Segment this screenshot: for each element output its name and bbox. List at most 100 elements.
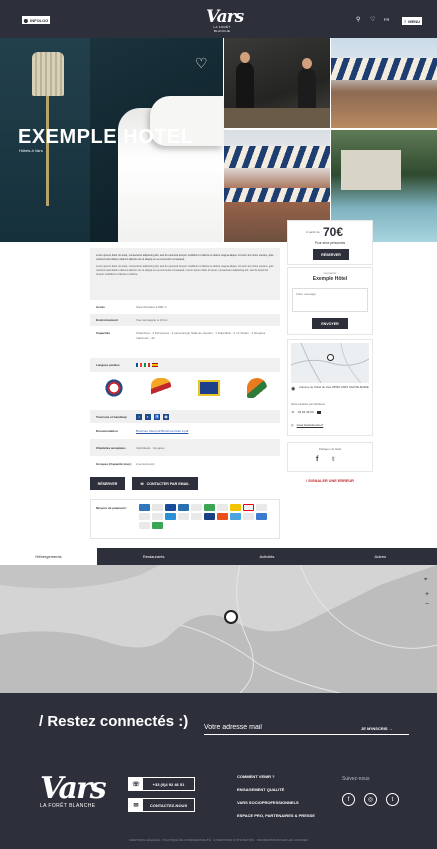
tab-restaurants[interactable]: Restaurants <box>97 548 211 565</box>
footer-phone: +33 (0)4 92 46 51 <box>152 781 185 787</box>
infolog-button[interactable]: ⬤ INFOLOG <box>22 16 50 24</box>
gallery-photo-terrace[interactable] <box>331 38 437 128</box>
mail-icon: ✉ <box>129 799 143 811</box>
menu-button[interactable]: ≡ MENU <box>402 17 422 25</box>
map-marker-icon[interactable] <box>224 610 238 624</box>
phone-icon: ☏ <box>291 410 295 414</box>
card-icon <box>139 522 150 529</box>
facebook-icon[interactable]: f <box>342 793 355 806</box>
label-character-logo <box>246 378 267 398</box>
footer-link[interactable]: VARS SOCIOPROFESSIONNELS <box>237 800 299 805</box>
twitter-icon[interactable]: t <box>386 793 399 806</box>
social-label: Suivez-nous <box>342 776 370 782</box>
gallery-photo-bar[interactable] <box>224 38 330 128</box>
page: ⬤ INFOLOG Vars LA FORÊT BLANCHE ⚲ ♡ FR ≡… <box>0 0 437 849</box>
heart-icon[interactable]: ♡ <box>370 17 375 23</box>
contact-small-label: Contacter <box>323 271 337 275</box>
phone-reveal-icon <box>316 410 321 414</box>
hero-main-photo[interactable]: ♡ EXEMPLE HOTEL Hôtels à Vars <box>0 38 223 242</box>
footer-link[interactable]: ESPACE PRO, PARTENAIRES & PRESSE <box>237 813 315 818</box>
send-button[interactable]: ENVOYER <box>312 318 348 329</box>
price-from-label: À partir de <box>306 230 320 234</box>
tab-activites[interactable]: Activités <box>210 548 324 565</box>
zoom-out-icon[interactable]: − <box>425 601 429 608</box>
footer-phone-button[interactable]: ☏ +33 (0)4 92 46 51 <box>128 777 195 791</box>
footer-contact-button[interactable]: ✉ CONTACTEZ-NOUS <box>128 798 195 812</box>
site-logo[interactable]: Vars LA FORÊT BLANCHE <box>206 7 244 34</box>
hotel-category: Hôtels à Vars <box>19 148 43 153</box>
mini-map[interactable] <box>290 342 370 384</box>
card-icon <box>204 513 215 520</box>
zoom-in-icon[interactable]: + <box>425 591 429 598</box>
favorite-heart-icon[interactable]: ♡ <box>195 56 208 70</box>
globe-icon: ◎ <box>291 423 294 427</box>
detail-value: Chambres : 4 Personnes : 2 personne(s) S… <box>136 331 266 340</box>
card-icon <box>178 513 189 520</box>
price-note: Pour deux personnes <box>314 241 346 245</box>
message-textarea[interactable] <box>292 288 368 312</box>
detail-label: Groupes (Capacité max.) <box>96 461 132 466</box>
label-blue-logo <box>197 380 220 396</box>
detail-value: Vue campagne à 10 km <box>136 318 168 322</box>
description-paragraph: Lorem ipsum dolor sit amet, consectetur … <box>96 265 274 276</box>
legal-links[interactable]: MENTIONS LÉGALES · POLITIQUE DE CONFIDEN… <box>0 838 437 842</box>
hotel-description: Lorem ipsum dolor sit amet, consectetur … <box>90 248 280 300</box>
card-icon <box>256 513 267 520</box>
website-row[interactable]: ◎ www.hotelsitevars.fr <box>291 423 323 427</box>
logo-text: Vars <box>206 7 244 27</box>
facebook-icon[interactable]: f <box>316 456 318 463</box>
contact-email-button[interactable]: ✉ CONTACTER PAR EMAIL <box>132 477 198 490</box>
card-icon <box>165 504 176 511</box>
footer-link[interactable]: ENGAGEMENT QUALITÉ <box>237 787 284 792</box>
language-switch[interactable]: FR <box>384 17 389 23</box>
detail-row-environment: Environnement Vue campagne à 10 km <box>90 314 280 326</box>
phone-row[interactable]: ☏ 04 92 46 00 <box>291 410 321 414</box>
card-icon <box>230 504 241 511</box>
mini-map-roads <box>290 342 370 384</box>
flag-fr-icon <box>136 363 142 367</box>
tab-autres[interactable]: Autres <box>323 548 437 565</box>
photo-umbrella <box>224 146 330 168</box>
detail-row-clientele: Clientèles acceptées Individuels · Group… <box>90 439 280 456</box>
accessibility-icons: ♪ ◐ ♿ ◉ <box>136 413 274 420</box>
hotel-address: Adresse de l'hôtel de Vars 05560 VARS SA… <box>299 385 369 389</box>
visa-icon <box>217 504 228 511</box>
footer-logo[interactable]: Vars LA FORÊT BLANCHE <box>40 774 107 810</box>
phone-icon: ☏ <box>129 778 143 790</box>
card-icon <box>152 522 163 529</box>
mascot-logo <box>150 378 171 398</box>
footer-link[interactable]: COMMENT VENIR ? <box>237 774 275 779</box>
locate-icon[interactable]: ⌖ <box>424 577 427 584</box>
payment-cards <box>139 504 274 529</box>
card-icon <box>165 513 176 520</box>
detail-row-documentation: Documentation Brochure hôtel.pdf Brochur… <box>90 425 280 437</box>
photo-umbrella <box>224 188 330 202</box>
detail-value: Individuels · Groupes <box>136 445 165 450</box>
twitter-icon[interactable]: 𝕥 <box>332 456 335 463</box>
detail-value: 2 personne(s) <box>136 461 155 466</box>
nearby-tabs: Hébergements Restaurants Activités Autre… <box>0 548 437 565</box>
reserve-button[interactable]: RÉSERVER <box>90 477 125 490</box>
address-pin-icon: ◉ <box>291 386 296 392</box>
newsletter-subscribe-button[interactable]: JE M'INSCRIS → <box>361 726 393 731</box>
detail-row-capacity: Capacités Chambres : 4 Personnes : 2 per… <box>90 327 280 355</box>
site-header: ⬤ INFOLOG Vars LA FORÊT BLANCHE ⚲ ♡ FR ≡… <box>0 0 437 38</box>
tab-hebergements[interactable]: Hébergements <box>0 548 97 565</box>
documentation-links[interactable]: Brochure hôtel.pdf Brochure hôtel 2.pdf <box>136 429 274 433</box>
detail-value: Gare Routière à 800 m <box>136 305 167 309</box>
share-label: Partager cet hôtel <box>318 447 342 451</box>
detail-row-groups: Groupes (Capacité max.) 2 personne(s) <box>90 457 280 470</box>
card-icon <box>230 513 241 520</box>
report-error-link[interactable]: / SIGNALER UNE ERREUR <box>306 479 354 483</box>
card-icon <box>152 513 163 520</box>
phone-number: 04 92 46 00 <box>297 410 314 414</box>
search-icon[interactable]: ⚲ <box>356 17 360 23</box>
detail-label: Accès <box>96 305 105 309</box>
sidebar-reserve-button[interactable]: RÉSERVER <box>313 249 349 260</box>
mental-icon: ◉ <box>163 413 169 420</box>
detail-label: Tourisme et handicap <box>96 414 127 419</box>
area-map[interactable]: ⌖ + − <box>0 565 437 693</box>
instagram-icon[interactable]: ◎ <box>364 793 377 806</box>
footer-contact-label: CONTACTEZ-NOUS <box>149 802 188 808</box>
detail-row-access: Accès Gare Routière à 800 m <box>90 301 280 313</box>
